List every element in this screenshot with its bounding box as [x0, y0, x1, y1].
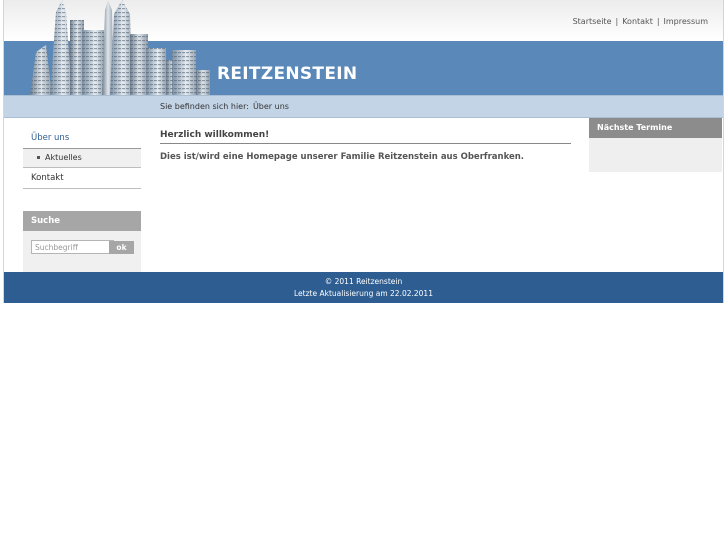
link-separator: | — [615, 17, 619, 26]
search-panel: Suche ok — [23, 211, 141, 272]
footer-copyright: © 2011 Reitzenstein — [324, 277, 403, 286]
search-button[interactable]: ok — [109, 241, 134, 254]
site-title: REITZENSTEIN — [217, 64, 358, 84]
bullet-icon — [37, 156, 40, 159]
termine-panel: Nächste Termine — [589, 118, 722, 172]
startseite-link[interactable]: Startseite — [573, 17, 612, 26]
page-frame: Startseite | Kontakt | Impressum REITZENSTEI… — [3, 0, 724, 303]
link-separator: | — [656, 17, 660, 26]
impressum-link[interactable]: Impressum — [664, 17, 708, 26]
city-skyline-image — [30, 0, 210, 95]
main-content: Herzlich willkommen! Dies ist/wird eine … — [160, 130, 571, 162]
breadcrumb-label: Sie befinden sich hier: — [160, 102, 249, 111]
footer: © 2011 Reitzenstein Letzte Aktualisierun… — [4, 272, 723, 303]
sidebar-nav: Über uns Aktuelles Kontakt — [23, 128, 141, 189]
intro-text: Dies ist/wird eine Homepage unserer Fami… — [160, 152, 525, 162]
footer-last-updated: Letzte Aktualisierung am 22.02.2011 — [294, 289, 433, 298]
sidebar-item-label: Aktuelles — [45, 153, 82, 162]
kontakt-link[interactable]: Kontakt — [622, 17, 653, 26]
search-input[interactable] — [31, 240, 114, 254]
breadcrumb-current[interactable]: Über uns — [253, 102, 289, 111]
top-links: Startseite | Kontakt | Impressum — [573, 17, 708, 26]
sidebar-item-ueber-uns[interactable]: Über uns — [23, 128, 141, 149]
termine-title: Nächste Termine — [589, 118, 722, 138]
breadcrumb-bar: Sie befinden sich hier: Über uns — [4, 95, 723, 118]
sidebar-item-aktuelles[interactable]: Aktuelles — [23, 149, 141, 168]
page-title: Herzlich willkommen! — [160, 130, 571, 144]
search-title: Suche — [23, 211, 141, 231]
sidebar-item-kontakt[interactable]: Kontakt — [23, 168, 141, 189]
breadcrumb: Sie befinden sich hier: Über uns — [160, 102, 289, 111]
